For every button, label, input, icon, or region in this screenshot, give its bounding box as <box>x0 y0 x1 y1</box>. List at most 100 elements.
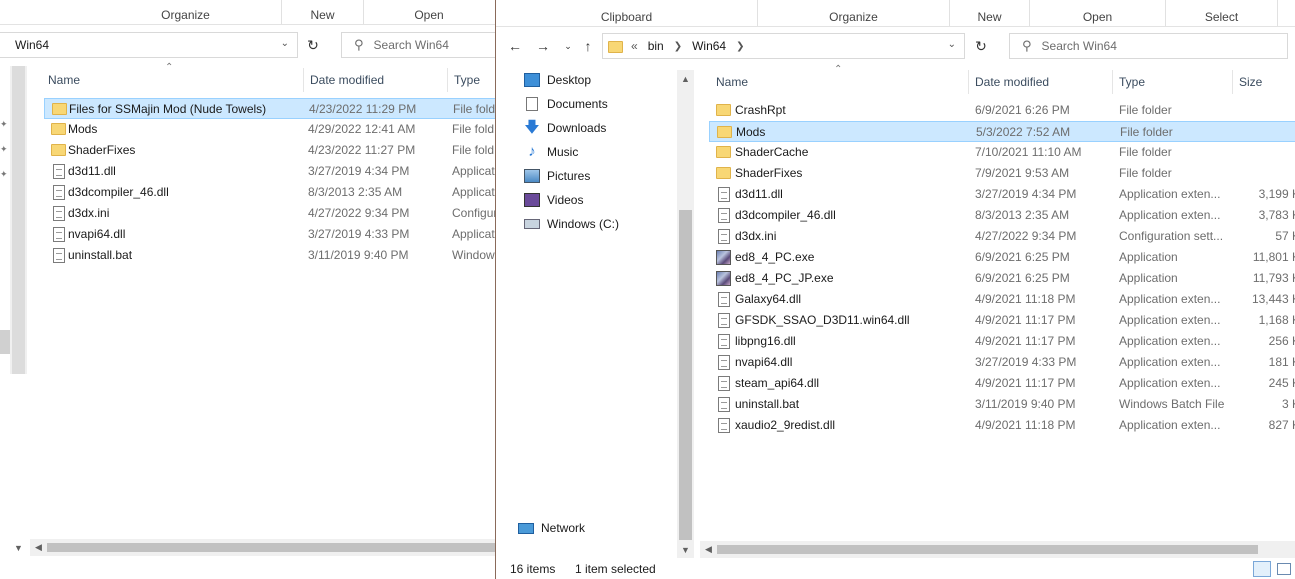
file-row[interactable]: CrashRpt 6/9/2021 6:26 PM File folder <box>709 100 1295 121</box>
scroll-thumb[interactable] <box>47 543 495 552</box>
details-view-icon[interactable] <box>1253 561 1271 577</box>
file-date-modified: 6/9/2021 6:25 PM <box>975 271 1070 285</box>
search-input[interactable]: ⚲ Search Win64 <box>1009 33 1288 59</box>
file-row[interactable]: ed8_4_PC.exe 6/9/2021 6:25 PM Application 1… <box>709 247 1295 268</box>
column-header-date[interactable]: Date modified <box>968 70 1112 94</box>
nav-item-videos[interactable]: Videos <box>524 189 583 211</box>
file-row[interactable]: d3dcompiler_46.dll 8/3/2013 2:35 AM Applic… <box>709 205 1295 226</box>
chevron-down-icon[interactable]: ⌄ <box>281 38 289 49</box>
file-date-modified: 3/11/2019 9:40 PM <box>975 397 1076 411</box>
file-row[interactable]: ShaderCache 7/10/2021 11:10 AM File folder <box>709 142 1295 163</box>
breadcrumb-item-win64[interactable]: Win64 <box>692 39 726 53</box>
file-row[interactable]: Files for SSMajin Mod (Nude Towels) 4/23/… <box>44 98 495 119</box>
file-type: Application exten... <box>1119 313 1221 327</box>
file-row[interactable]: libpng16.dll 4/9/2021 11:17 PM Application… <box>709 331 1295 352</box>
column-header-name[interactable]: Name <box>42 68 302 92</box>
scroll-up-icon[interactable]: ▲ <box>677 70 694 87</box>
file-row[interactable]: d3d11.dll 3/27/2019 4:34 PM Application ex… <box>709 184 1295 205</box>
horizontal-scrollbar[interactable]: ◀ <box>700 541 1295 558</box>
file-row[interactable]: d3dcompiler_46.dll 8/3/2013 2:35 AM Applic… <box>44 182 495 203</box>
refresh-icon[interactable]: ↻ <box>303 35 323 55</box>
ribbon-group-clipboard[interactable]: Clipboard <box>496 0 758 26</box>
nav-item-pictures[interactable]: Pictures <box>524 165 590 187</box>
file-date-modified: 7/9/2021 9:53 AM <box>975 166 1070 180</box>
column-header-type[interactable]: Type <box>447 68 495 92</box>
file-row[interactable]: Galaxy64.dll 4/9/2021 11:18 PM Application… <box>709 289 1295 310</box>
ribbon-label: Select <box>1204 10 1239 24</box>
ribbon-label: New <box>977 10 1002 24</box>
ini-file-icon <box>716 229 732 244</box>
nav-item-music[interactable]: ♪ Music <box>524 141 578 163</box>
dll-file-icon <box>51 227 67 242</box>
file-type: Configur <box>452 206 495 220</box>
nav-pane-scrollbar[interactable]: ▲ ▼ <box>677 70 694 558</box>
nav-item-downloads[interactable]: 🡇 Downloads <box>524 117 606 139</box>
scroll-left-icon[interactable]: ◀ <box>30 539 47 556</box>
file-name: ed8_4_PC_JP.exe <box>735 271 834 285</box>
breadcrumb-overflow[interactable]: « <box>631 39 638 53</box>
file-name: ed8_4_PC.exe <box>735 250 815 264</box>
address-bar[interactable]: Win64 ⌄ <box>0 32 298 58</box>
file-row[interactable]: nvapi64.dll 3/27/2019 4:33 PM Application … <box>709 352 1295 373</box>
ribbon-label: Clipboard <box>600 10 653 24</box>
ribbon-group-open[interactable]: Open <box>1030 0 1166 26</box>
file-row[interactable]: d3dx.ini 4/27/2022 9:34 PM Configuration s… <box>709 226 1295 247</box>
file-row[interactable]: d3dx.ini 4/27/2022 9:34 PM Configur <box>44 203 495 224</box>
pane-splitter[interactable] <box>0 330 10 354</box>
column-header-name[interactable]: Name <box>710 70 968 94</box>
scroll-left-icon[interactable]: ◀ <box>700 541 717 558</box>
scroll-down-icon[interactable]: ▼ <box>677 541 694 558</box>
file-date-modified: 4/9/2021 11:18 PM <box>975 292 1076 306</box>
horizontal-scrollbar[interactable]: ◀ <box>30 539 495 556</box>
column-header-date[interactable]: Date modified <box>303 68 447 92</box>
forward-arrow-icon[interactable]: → <box>533 36 553 56</box>
recent-locations-icon[interactable]: ⌄ <box>558 36 578 56</box>
file-row[interactable]: nvapi64.dll 3/27/2019 4:33 PM Applicat <box>44 224 495 245</box>
refresh-icon[interactable]: ↻ <box>971 36 991 56</box>
file-row[interactable]: GFSDK_SSAO_D3D11.win64.dll 4/9/2021 11:17… <box>709 310 1295 331</box>
file-row[interactable]: steam_api64.dll 4/9/2021 11:17 PM Applicat… <box>709 373 1295 394</box>
scroll-thumb[interactable] <box>679 210 692 540</box>
file-size: 256 K <box>1268 334 1295 348</box>
file-row[interactable]: uninstall.bat 3/11/2019 9:40 PM Windows Ba… <box>709 394 1295 415</box>
nav-item-documents[interactable]: Documents <box>524 93 608 115</box>
address-bar[interactable]: « bin ❯ Win64 ❯ ⌄ <box>602 33 965 59</box>
ribbon-group-new[interactable]: New <box>282 0 364 24</box>
file-row[interactable]: Mods 4/29/2022 12:41 AM File fold <box>44 119 495 140</box>
file-row[interactable]: d3d11.dll 3/27/2019 4:34 PM Applicat <box>44 161 495 182</box>
nav-item-desktop[interactable]: Desktop <box>524 69 591 91</box>
chevron-down-icon[interactable]: ⌄ <box>948 39 956 50</box>
scroll-thumb[interactable] <box>12 66 25 374</box>
file-row[interactable]: ShaderFixes 4/23/2022 11:27 PM File fold <box>44 140 495 161</box>
file-row[interactable]: Mods 5/3/2022 7:52 AM File folder <box>709 121 1295 142</box>
chevron-right-icon[interactable]: ❯ <box>736 41 744 52</box>
search-icon: ⚲ <box>354 37 364 52</box>
explorer-window-left: Organize New Open Win64 ⌄ ↻ ⚲ Search Win… <box>0 0 495 579</box>
nav-item-label: Desktop <box>547 73 592 87</box>
chevron-right-icon[interactable]: ❯ <box>674 41 682 52</box>
file-row[interactable]: xaudio2_9redist.dll 4/9/2021 11:18 PM Appl… <box>709 415 1295 436</box>
file-date-modified: 4/9/2021 11:17 PM <box>975 334 1076 348</box>
file-row[interactable]: uninstall.bat 3/11/2019 9:40 PM Window <box>44 245 495 266</box>
scroll-down-icon[interactable]: ▼ <box>10 539 27 556</box>
nav-item-windows-c[interactable]: Windows (C:) <box>524 213 619 235</box>
scroll-thumb[interactable] <box>717 545 1258 554</box>
breadcrumb-item-bin[interactable]: bin <box>648 39 664 53</box>
file-row[interactable]: ShaderFixes 7/9/2021 9:53 AM File folder <box>709 163 1295 184</box>
nav-pane-scrollbar[interactable] <box>10 66 27 374</box>
back-arrow-icon[interactable]: ← <box>505 36 525 56</box>
ribbon-group-organize[interactable]: Organize <box>758 0 950 26</box>
file-row[interactable]: ed8_4_PC_JP.exe 6/9/2021 6:25 PM Applicati… <box>709 268 1295 289</box>
ribbon-group-organize[interactable]: Organize <box>90 0 282 24</box>
up-arrow-icon[interactable]: ↑ <box>578 36 598 56</box>
search-input[interactable]: ⚲ Search Win64 <box>341 32 495 58</box>
ribbon-group-select[interactable]: Select <box>1166 0 1278 26</box>
nav-item-network[interactable]: Network <box>518 517 585 539</box>
ribbon-group-new[interactable]: New <box>950 0 1030 26</box>
ribbon-group-open[interactable]: Open <box>364 0 494 24</box>
column-header-type[interactable]: Type <box>1112 70 1232 94</box>
large-icons-view-icon[interactable] <box>1277 563 1291 575</box>
search-placeholder: Search Win64 <box>373 38 449 52</box>
column-header-size[interactable]: Size <box>1232 70 1295 94</box>
file-date-modified: 7/10/2021 11:10 AM <box>975 145 1082 159</box>
